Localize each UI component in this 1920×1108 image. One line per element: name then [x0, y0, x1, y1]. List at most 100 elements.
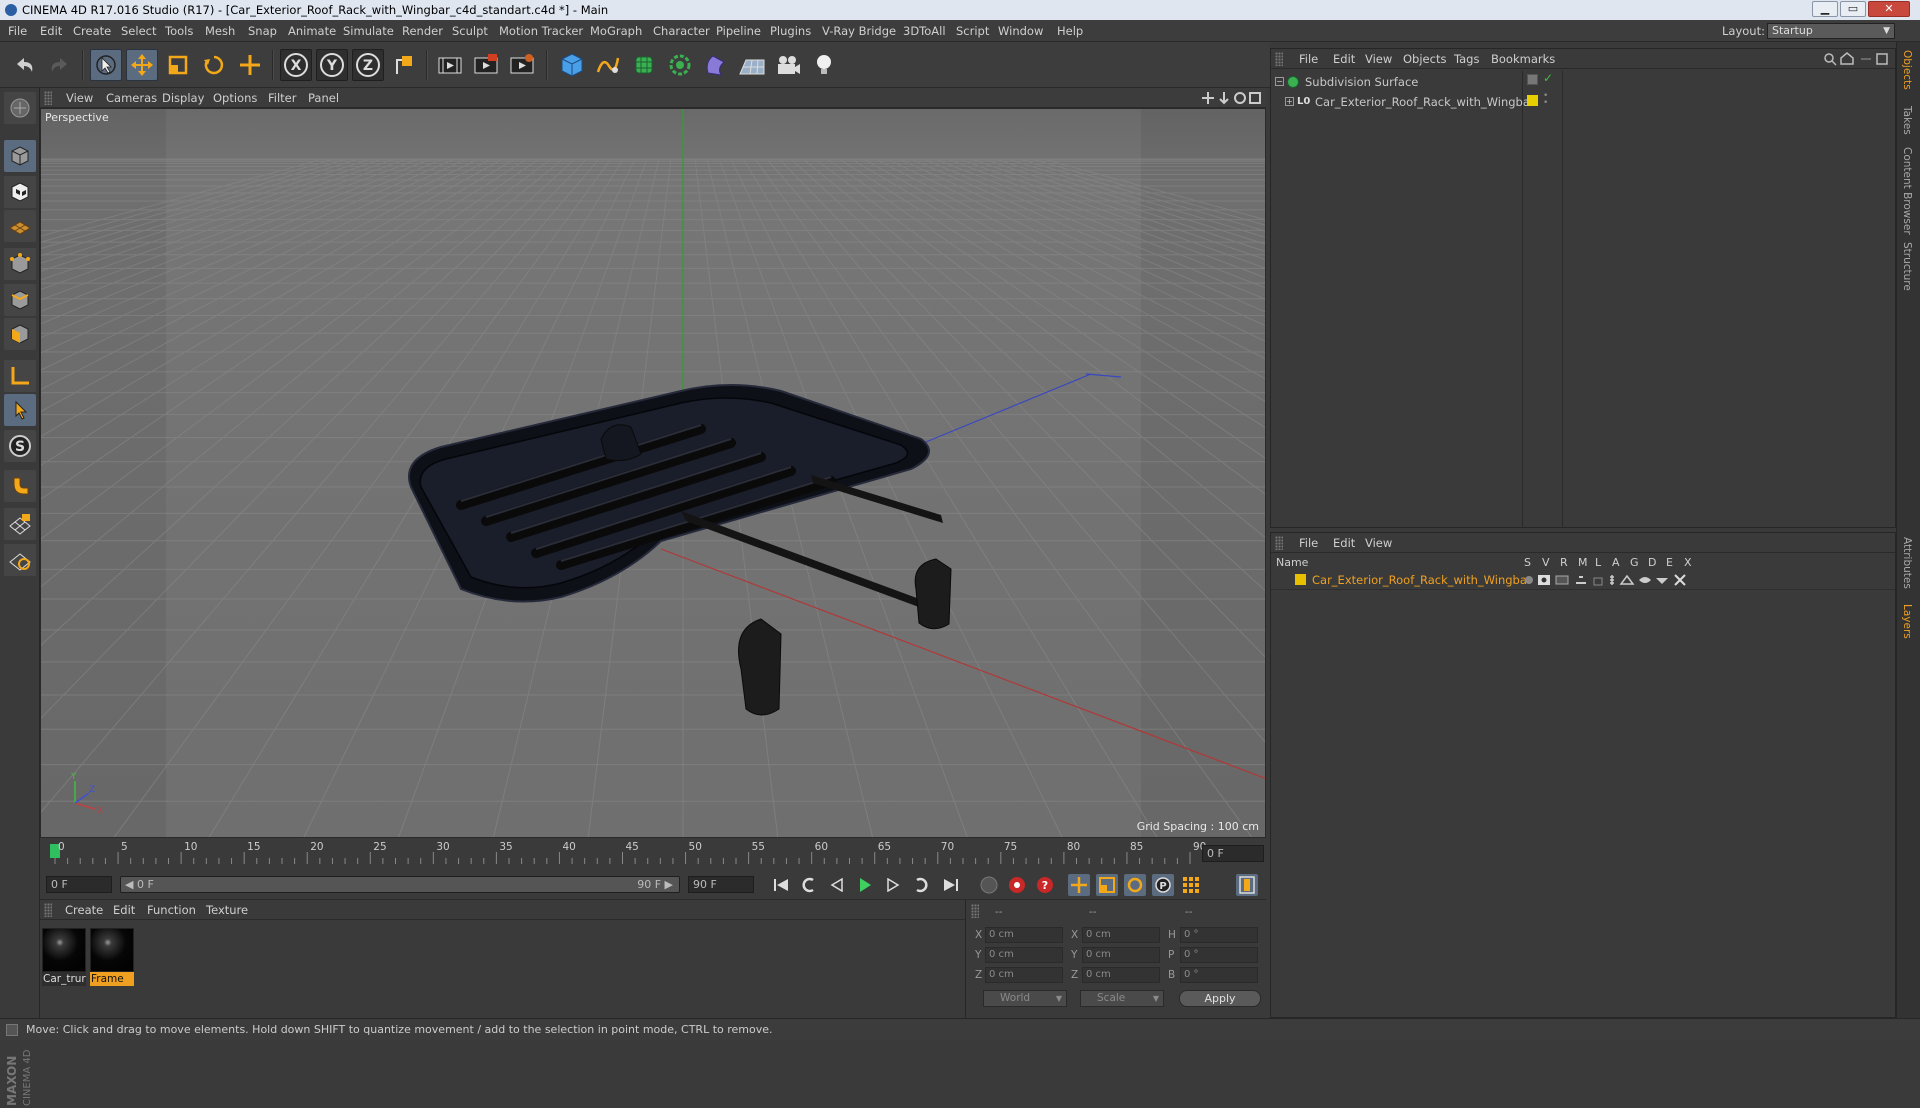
- menu-3dtoall[interactable]: 3DToAll: [903, 20, 946, 42]
- light-icon[interactable]: [808, 49, 840, 81]
- rotation-h-field[interactable]: 0 °: [1180, 927, 1258, 943]
- coord-mode-dropdown[interactable]: World ▼: [983, 990, 1067, 1007]
- planar-workplane-icon[interactable]: [4, 544, 36, 576]
- play-icon[interactable]: [854, 874, 876, 896]
- solo-mode-icon[interactable]: S: [4, 430, 36, 462]
- position-y-field[interactable]: 0 cm: [985, 947, 1063, 963]
- edges-mode-icon[interactable]: [4, 284, 36, 316]
- menu-vray-bridge[interactable]: V-Ray Bridge: [822, 20, 896, 42]
- menu-mograph[interactable]: MoGraph: [590, 20, 642, 42]
- tab-structure[interactable]: Structure: [1901, 242, 1913, 291]
- key-scale-icon[interactable]: [1096, 874, 1118, 896]
- apply-button[interactable]: Apply: [1179, 990, 1261, 1007]
- menu-select[interactable]: Select: [121, 20, 156, 42]
- texture-mode-icon[interactable]: [4, 176, 36, 208]
- menu-snap[interactable]: Snap: [248, 20, 277, 42]
- model-mode-icon[interactable]: [4, 140, 36, 172]
- workplane-mode-icon[interactable]: [4, 210, 36, 242]
- next-key-icon[interactable]: [910, 874, 932, 896]
- goto-end-icon[interactable]: [940, 874, 962, 896]
- polygons-mode-icon[interactable]: [4, 318, 36, 350]
- key-parameter-icon[interactable]: P: [1152, 874, 1174, 896]
- viewport-menu-filter[interactable]: Filter: [268, 88, 296, 108]
- autokeying-icon[interactable]: ?: [1034, 874, 1056, 896]
- panel-grip[interactable]: [971, 904, 979, 918]
- object-menu-view[interactable]: View: [1365, 49, 1392, 69]
- goto-start-icon[interactable]: [770, 874, 792, 896]
- material-swatch[interactable]: Car_trur: [42, 928, 86, 986]
- camera-icon[interactable]: [772, 49, 804, 81]
- viewport-menu-options[interactable]: Options: [213, 88, 257, 108]
- material-menu-edit[interactable]: Edit: [113, 900, 135, 920]
- layer-color-tag-icon[interactable]: [1527, 95, 1538, 106]
- layer-flag-icons[interactable]: [1524, 574, 1699, 586]
- layout-dropdown[interactable]: Startup ▼: [1767, 23, 1895, 39]
- material-menu-function[interactable]: Function: [147, 900, 196, 920]
- object-menu-tags[interactable]: Tags: [1454, 49, 1479, 69]
- object-row-subdivision-surface[interactable]: − Subdivision Surface: [1271, 73, 1522, 91]
- minimize-button[interactable]: ▁: [1812, 1, 1838, 17]
- lock-z-icon[interactable]: Z: [352, 49, 384, 81]
- close-button[interactable]: ✕: [1868, 1, 1910, 17]
- layer-color-swatch[interactable]: [1295, 574, 1306, 585]
- menu-help[interactable]: Help: [1057, 20, 1083, 42]
- menu-file[interactable]: File: [8, 20, 27, 42]
- points-mode-icon[interactable]: [4, 248, 36, 280]
- object-row-roof-rack[interactable]: + L0 Car_Exterior_Roof_Rack_with_Wingbar: [1271, 93, 1535, 111]
- panel-grip[interactable]: [1275, 536, 1283, 550]
- enabled-check-icon[interactable]: ✓: [1543, 71, 1553, 85]
- size-y-field[interactable]: 0 cm: [1082, 947, 1160, 963]
- material-menu-create[interactable]: Create: [65, 900, 103, 920]
- render-picture-viewer-icon[interactable]: [470, 49, 502, 81]
- timeline-ruler[interactable]: 0 5 10 15 20 25 30 35 40 45 50 55 60 65 70 75 80 85 90 0 F: [40, 838, 1266, 870]
- undo-icon[interactable]: [8, 49, 40, 81]
- deformer-icon[interactable]: [700, 49, 732, 81]
- cube-primitive-icon[interactable]: [556, 49, 588, 81]
- panel-grip[interactable]: [1275, 52, 1283, 66]
- tab-takes[interactable]: Takes: [1901, 106, 1913, 135]
- menu-render[interactable]: Render: [402, 20, 443, 42]
- rotation-p-field[interactable]: 0 °: [1180, 947, 1258, 963]
- menu-character[interactable]: Character: [653, 20, 710, 42]
- position-z-field[interactable]: 0 cm: [985, 967, 1063, 983]
- move-icon[interactable]: [126, 49, 158, 81]
- record-active-objects-icon[interactable]: [1006, 874, 1028, 896]
- menu-motion-tracker[interactable]: Motion Tracker: [499, 20, 583, 42]
- snap-magnet-icon[interactable]: [4, 470, 36, 502]
- lock-x-icon[interactable]: X: [280, 49, 312, 81]
- menu-pipeline[interactable]: Pipeline: [716, 20, 761, 42]
- menu-mesh[interactable]: Mesh: [205, 20, 235, 42]
- axis-mode-icon[interactable]: [4, 360, 36, 392]
- tab-attributes[interactable]: Attributes: [1901, 537, 1913, 589]
- menu-create[interactable]: Create: [73, 20, 111, 42]
- make-editable-icon[interactable]: [4, 92, 36, 124]
- rotate-icon[interactable]: [198, 49, 230, 81]
- menu-sculpt[interactable]: Sculpt: [452, 20, 488, 42]
- rotation-b-field[interactable]: 0 °: [1180, 967, 1258, 983]
- collapse-icon[interactable]: −: [1275, 77, 1284, 86]
- object-menu-bookmarks[interactable]: Bookmarks: [1491, 49, 1555, 69]
- menu-simulate[interactable]: Simulate: [343, 20, 394, 42]
- tab-layers[interactable]: Layers: [1901, 604, 1913, 639]
- viewport-navigation-icons[interactable]: [1202, 91, 1262, 105]
- panel-grip[interactable]: [44, 91, 52, 105]
- menu-edit[interactable]: Edit: [40, 20, 62, 42]
- pen-spline-icon[interactable]: [592, 49, 624, 81]
- key-rotation-icon[interactable]: [1124, 874, 1146, 896]
- menu-plugins[interactable]: Plugins: [770, 20, 811, 42]
- tab-content-browser[interactable]: Content Browser: [1901, 147, 1913, 235]
- render-view-icon[interactable]: [434, 49, 466, 81]
- world-coordinates-icon[interactable]: [388, 49, 420, 81]
- panel-grip[interactable]: [44, 903, 52, 917]
- viewport-menu-panel[interactable]: Panel: [308, 88, 339, 108]
- material-menu-texture[interactable]: Texture: [206, 900, 248, 920]
- previous-frame-icon[interactable]: [826, 874, 848, 896]
- size-mode-dropdown[interactable]: Scale ▼: [1080, 990, 1164, 1007]
- redo-icon[interactable]: [44, 49, 76, 81]
- previous-key-icon[interactable]: [798, 874, 820, 896]
- render-settings-icon[interactable]: [506, 49, 538, 81]
- menu-tools[interactable]: Tools: [165, 20, 193, 42]
- material-swatch-selected[interactable]: Frame: [90, 928, 134, 986]
- viewport-menu-display[interactable]: Display: [162, 88, 204, 108]
- next-frame-icon[interactable]: [882, 874, 904, 896]
